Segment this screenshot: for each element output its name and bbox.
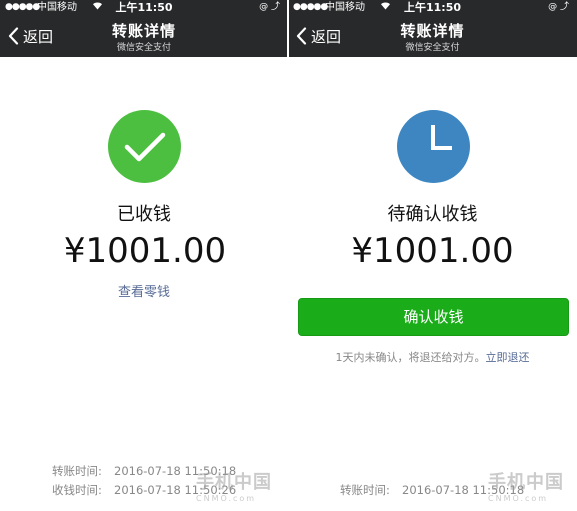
status-right-icons: @ ⤴ [548, 2, 569, 12]
transfer-time-label: 转账时间: [340, 483, 390, 497]
page-title: 转账详情 [111, 22, 176, 40]
watermark: 手机中国 CNMO.com [196, 472, 272, 503]
navigation-bar: 返回 转账详情 微信安全支付 [288, 15, 577, 57]
page-subtitle: 微信安全支付 [116, 43, 171, 53]
top-bar: ●●●●● 中国移动 上午11:50 @ ⤴ 返回 转账详情 微信安全支付 [0, 0, 288, 57]
checkmark-icon [108, 110, 181, 183]
received-screen: ●●●●● 中国移动 上午11:50 @ ⤴ 返回 转账详情 微信安全支付 已收… [0, 0, 288, 511]
refund-now-link[interactable]: 立即退还 [486, 351, 530, 364]
transfer-time-label: 转账时间: [52, 464, 102, 478]
transfer-amount: ¥1001.00 [351, 231, 514, 271]
page-title: 转账详情 [400, 22, 465, 40]
transfer-amount: ¥1001.00 [63, 231, 227, 271]
refund-note: 1天内未确认，将退还给对方。立即退还 [288, 349, 577, 365]
panel-divider [287, 0, 289, 511]
pending-screen: ●●●●● 中国移动 上午11:50 @ ⤴ 返回 转账详情 微信安全支付 待确… [288, 0, 577, 511]
receive-time-label: 收钱时间: [52, 483, 102, 497]
screenshot-comparison: ●●●●● 中国移动 上午11:50 @ ⤴ 返回 转账详情 微信安全支付 已收… [0, 0, 577, 511]
watermark: 手机中国 CNMO.com [488, 472, 564, 503]
navigation-bar: 返回 转账详情 微信安全支付 [0, 15, 288, 57]
status-right-icons: @ ⤴ [259, 2, 280, 12]
status-time: 上午11:50 [115, 1, 173, 14]
clock-icon [397, 110, 470, 183]
status-bar: ●●●●● 中国移动 上午11:50 @ ⤴ [0, 0, 288, 15]
status-text: 待确认收钱 [387, 204, 478, 225]
status-time: 上午11:50 [403, 1, 461, 14]
confirm-receive-button[interactable]: 确认收钱 [298, 298, 569, 336]
status-bar: ●●●●● 中国移动 上午11:50 @ ⤴ [288, 0, 577, 15]
status-text: 已收钱 [117, 204, 171, 225]
page-subtitle: 微信安全支付 [405, 43, 460, 53]
top-bar: ●●●●● 中国移动 上午11:50 @ ⤴ 返回 转账详情 微信安全支付 [288, 0, 577, 57]
view-change-link[interactable]: 查看零钱 [0, 281, 288, 300]
refund-note-text: 1天内未确认，将退还给对方。 [335, 351, 486, 364]
